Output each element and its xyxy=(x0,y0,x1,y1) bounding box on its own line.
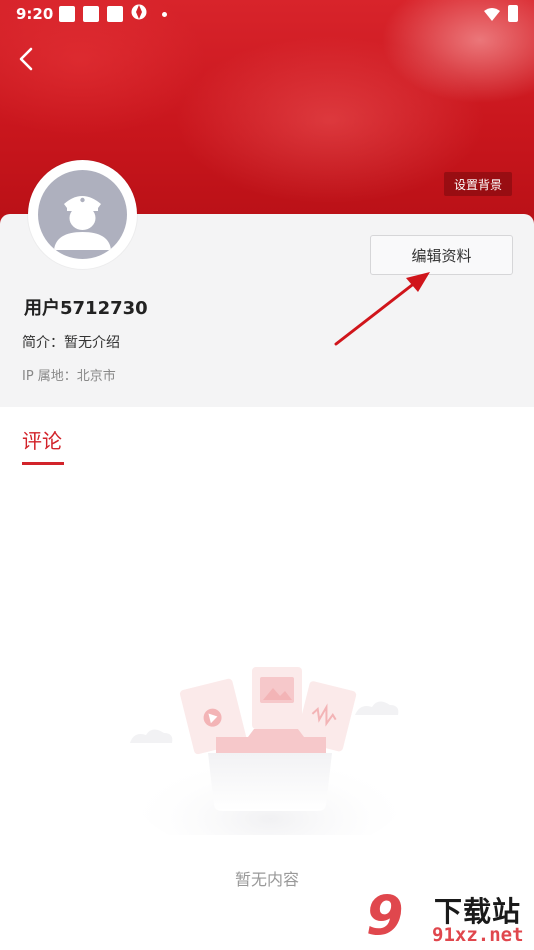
notification-square-icon xyxy=(59,6,75,22)
avatar[interactable] xyxy=(28,160,137,269)
wifi-icon xyxy=(484,7,500,26)
notification-square-icon xyxy=(83,6,99,22)
status-bar: 9:20 xyxy=(0,0,534,28)
chevron-left-icon xyxy=(19,47,33,71)
tab-active-indicator xyxy=(22,462,64,465)
bio: 简介：暂无介绍 xyxy=(22,335,120,351)
tab-comments[interactable]: 评论 xyxy=(22,425,62,454)
watermark-url: 91xz.net xyxy=(432,924,524,946)
sync-icon xyxy=(130,3,148,26)
watermark: 9 下载站 91xz.net xyxy=(360,886,534,950)
battery-icon xyxy=(508,5,518,22)
default-user-avatar-icon xyxy=(38,170,127,259)
username: 用户5712730 xyxy=(24,298,148,319)
annotation-arrow-icon xyxy=(334,272,430,346)
back-button[interactable] xyxy=(14,44,40,74)
ip-location: IP 属地：北京市 xyxy=(22,369,116,384)
notification-square-icon xyxy=(107,6,123,22)
status-time: 9:20 xyxy=(16,5,54,23)
empty-folder-illustration xyxy=(130,667,405,835)
set-background-button[interactable]: 设置背景 xyxy=(444,172,512,196)
dot-icon xyxy=(162,12,167,17)
watermark-logo: 9 xyxy=(366,884,404,947)
